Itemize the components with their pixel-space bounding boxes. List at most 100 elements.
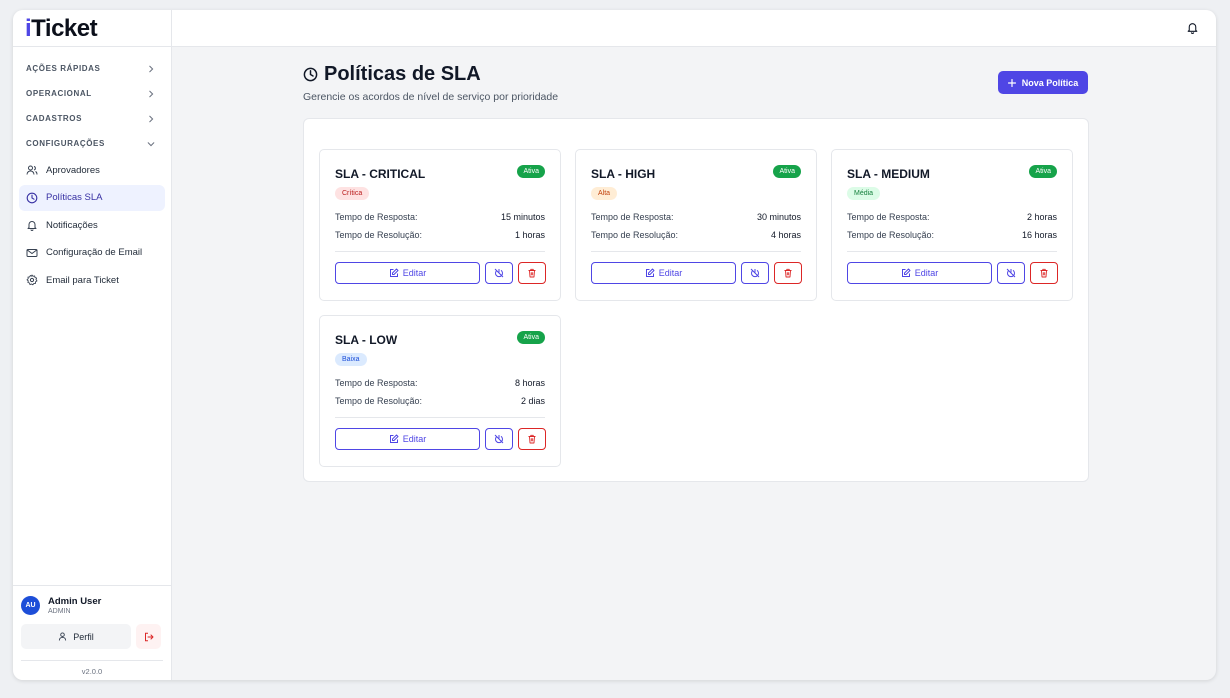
sidebar-item-label: Notificações [46, 219, 98, 231]
response-label: Tempo de Resposta: [335, 212, 418, 222]
sidebar-item-aprovadores[interactable]: Aprovadores [19, 157, 165, 183]
policy-name: SLA - LOW [335, 333, 398, 347]
trash-icon [528, 434, 536, 444]
divider [591, 251, 801, 252]
response-value: 2 horas [1026, 212, 1057, 222]
clock-icon [26, 192, 38, 203]
sidebar-item-email-para-ticket[interactable]: Email para Ticket [19, 267, 165, 293]
clock-icon [303, 67, 318, 82]
user-info: AU Admin User ADMIN [21, 596, 163, 615]
sidebar-item-configuracao-email[interactable]: Configuração de Email [19, 240, 165, 266]
edit-button[interactable]: Editar [847, 262, 992, 284]
bell-icon [27, 221, 37, 232]
trash-icon [784, 268, 792, 278]
edit-icon [389, 434, 399, 443]
edit-label: Editar [402, 434, 427, 444]
status-badge: Ativa [517, 331, 545, 344]
page-title-text: Políticas de SLA [324, 63, 481, 85]
sidebar: iTicket AÇÕES RÁPIDAS OPERACIONAL CADAST… [13, 10, 172, 680]
sla-policies-panel: SLA - CRITICAL Ativa Crítica Tempo de Re… [303, 118, 1089, 482]
response-label: Tempo de Resposta: [591, 212, 674, 222]
power-off-icon [494, 268, 504, 278]
response-value: 15 minutos [500, 212, 545, 222]
sidebar-item-notificacoes[interactable]: Notificações [19, 212, 165, 238]
priority-badge: Crítica [335, 187, 370, 200]
sla-card-low: SLA - LOW Ativa Baixa Tempo de Resposta:… [319, 315, 561, 467]
sidebar-item-politicas-sla[interactable]: Políticas SLA [19, 184, 165, 211]
app-logo[interactable]: iTicket [13, 10, 171, 47]
notifications-bell-icon[interactable] [1186, 21, 1199, 34]
chevron-right-icon [149, 115, 154, 122]
logout-icon [144, 632, 153, 641]
delete-button[interactable] [518, 428, 546, 450]
policy-name: SLA - CRITICAL [335, 167, 426, 181]
sla-card-high: SLA - HIGH Ativa Alta Tempo de Resposta:… [575, 149, 817, 301]
nova-politica-button[interactable]: Nova Política [998, 71, 1088, 94]
page-header: Políticas de SLA Gerencie os acordos de … [303, 63, 558, 103]
user-role: ADMIN [48, 608, 71, 615]
section-cadastros[interactable]: CADASTROS [13, 106, 171, 131]
response-time-row: Tempo de Resposta: 8 horas [335, 378, 545, 388]
delete-button[interactable] [1030, 262, 1058, 284]
edit-label: Editar [658, 268, 683, 278]
edit-label: Editar [914, 268, 939, 278]
resolution-value: 2 dias [520, 396, 545, 406]
priority-badge: Baixa [335, 353, 367, 366]
sidebar-item-label: Email para Ticket [46, 274, 119, 286]
page-title: Políticas de SLA [303, 63, 558, 86]
edit-button[interactable]: Editar [335, 428, 480, 450]
edit-button[interactable]: Editar [591, 262, 736, 284]
app-version: v2.0.0 [21, 660, 163, 676]
power-off-icon [1006, 268, 1016, 278]
edit-button[interactable]: Editar [335, 262, 480, 284]
user-name: Admin User [48, 596, 102, 607]
main-content: Políticas de SLA Gerencie os acordos de … [172, 10, 1216, 680]
deactivate-button[interactable] [997, 262, 1025, 284]
response-time-row: Tempo de Resposta: 15 minutos [335, 212, 545, 222]
edit-label: Editar [402, 268, 427, 278]
chevron-down-icon [147, 141, 155, 146]
deactivate-button[interactable] [485, 262, 513, 284]
divider [335, 417, 545, 418]
response-label: Tempo de Resposta: [847, 212, 930, 222]
delete-button[interactable] [774, 262, 802, 284]
logout-button[interactable] [136, 624, 161, 649]
response-time-row: Tempo de Resposta: 2 horas [847, 212, 1057, 222]
power-off-icon [494, 434, 504, 444]
section-configuracoes[interactable]: CONFIGURAÇÕES [13, 131, 171, 156]
resolution-value: 1 horas [514, 230, 545, 240]
resolution-time-row: Tempo de Resolução: 16 horas [847, 230, 1057, 240]
resolution-value: 16 horas [1021, 230, 1057, 240]
section-operacional[interactable]: OPERACIONAL [13, 81, 171, 106]
section-acoes-rapidas[interactable]: AÇÕES RÁPIDAS [13, 56, 171, 81]
status-badge: Ativa [1029, 165, 1057, 178]
priority-badge: Alta [591, 187, 618, 200]
deactivate-button[interactable] [485, 428, 513, 450]
status-badge: Ativa [517, 165, 545, 178]
section-label: OPERACIONAL [26, 89, 92, 98]
top-bar [172, 10, 1216, 47]
perfil-label: Perfil [73, 631, 94, 642]
avatar: AU [21, 596, 40, 615]
sidebar-item-label: Aprovadores [46, 164, 100, 176]
policy-name: SLA - MEDIUM [847, 167, 930, 181]
sla-card-critical: SLA - CRITICAL Ativa Crítica Tempo de Re… [319, 149, 561, 301]
perfil-button[interactable]: Perfil [21, 624, 131, 649]
priority-badge: Média [847, 187, 881, 200]
section-label: CADASTROS [26, 114, 83, 123]
divider [847, 251, 1057, 252]
trash-icon [528, 268, 536, 278]
response-value: 30 minutos [756, 212, 801, 222]
trash-icon [1040, 268, 1048, 278]
resolution-time-row: Tempo de Resolução: 1 horas [335, 230, 545, 240]
power-off-icon [750, 268, 760, 278]
edit-icon [389, 268, 399, 277]
user-icon [59, 632, 67, 641]
section-label: CONFIGURAÇÕES [26, 139, 105, 148]
edit-icon [645, 268, 655, 277]
chevron-right-icon [149, 90, 154, 97]
policy-name: SLA - HIGH [591, 167, 656, 181]
delete-button[interactable] [518, 262, 546, 284]
deactivate-button[interactable] [741, 262, 769, 284]
users-icon [26, 165, 38, 175]
